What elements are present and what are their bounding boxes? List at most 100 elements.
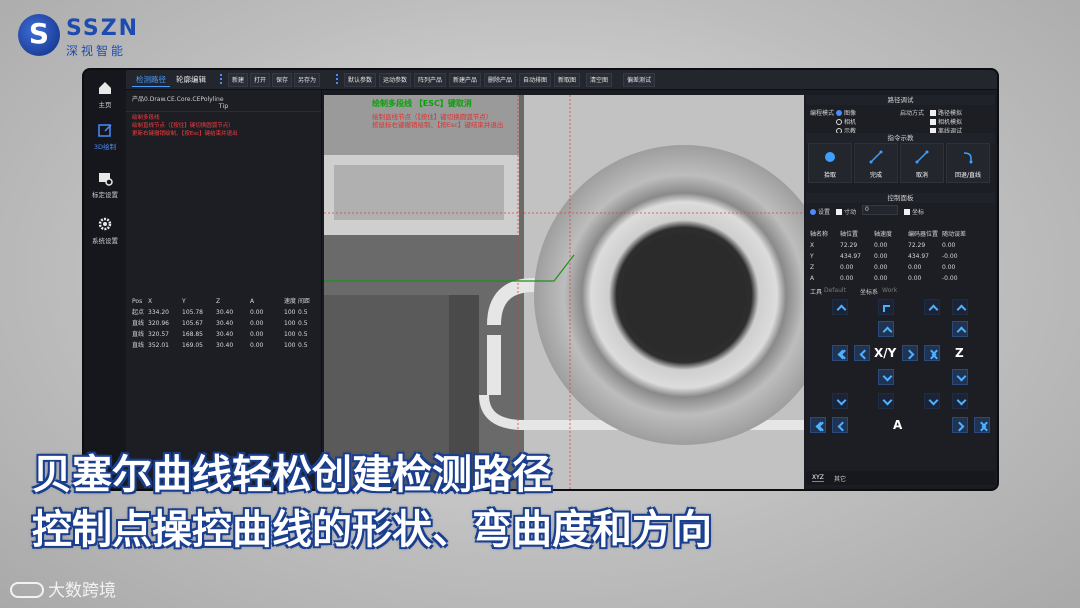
watermark-text: 大数跨境 xyxy=(48,581,116,601)
control-step-toggle[interactable]: 寸动 xyxy=(836,207,856,216)
control-set-toggle[interactable]: 设置 xyxy=(810,207,830,216)
jog-z-plus-button[interactable] xyxy=(952,321,968,337)
camera-view[interactable]: 绘制多段线 【ESC】键取消 绘制直线节点（【按住】键切换圆弧节点） 按鼠标右键… xyxy=(324,95,804,489)
header-cell: A xyxy=(250,298,255,305)
table-row[interactable]: 直线 320.96 105.67 30.40 0.00 100 0.5 xyxy=(132,318,316,329)
jog-z-minus-button[interactable] xyxy=(952,369,968,385)
jog-xy-reserved-button[interactable] xyxy=(878,299,894,315)
tool-value[interactable]: Default xyxy=(824,287,846,294)
tab-inspection-path[interactable]: 检测路径 xyxy=(132,73,170,87)
table-row[interactable]: 起点 334.20 105.78 30.40 0.00 100 0.5 xyxy=(132,307,316,318)
jog-z-downleft-button[interactable] xyxy=(924,393,940,409)
left-panel: 产品0.Draw.CE.Core.CEPolyline Tip 绘制多段线 绘制… xyxy=(126,90,322,489)
jog-a-fast-plus-button[interactable] xyxy=(974,417,990,433)
radio-icon xyxy=(836,119,842,125)
step-value-input[interactable]: 0 xyxy=(862,205,898,215)
jog-y-fast-minus-button[interactable] xyxy=(878,393,894,409)
clear-image-button[interactable]: 清空图 xyxy=(586,73,613,87)
tab-other[interactable]: 其它 xyxy=(834,474,846,483)
option-label: 路径模拟 xyxy=(938,110,963,117)
jog-x-minus-button[interactable] xyxy=(854,345,870,361)
tip-message: 绘制直线节点（【按住】键切换圆弧节点） xyxy=(132,123,234,129)
default-params-button[interactable]: 默认参数 xyxy=(344,73,377,87)
object-path: 产品0.Draw.CE.Core.CEPolyline xyxy=(132,96,224,103)
deviation-test-button[interactable]: 偏差测试 xyxy=(623,73,656,87)
motion-params-button[interactable]: 运动参数 xyxy=(379,73,412,87)
tab-xyz[interactable]: XYZ xyxy=(812,474,824,482)
cell: 0.00 xyxy=(908,264,922,271)
jog-up-left-button[interactable] xyxy=(832,299,848,315)
caption-line-2: 控制点操控曲线的形状、弯曲度和方向 xyxy=(32,507,712,553)
jog-a-plus-button[interactable] xyxy=(952,417,968,433)
sidebar-item-label: 3D绘制 xyxy=(93,143,117,151)
undo-line-button[interactable]: 回退/直线 xyxy=(946,143,990,183)
jog-x-fast-minus-button[interactable] xyxy=(832,345,848,361)
cell: 320.96 xyxy=(148,320,169,327)
sidebar-item-home[interactable]: 主页 xyxy=(84,76,126,116)
camera-image xyxy=(324,95,804,489)
start-option-camera-sim[interactable]: 相机模拟 xyxy=(930,117,962,126)
jog-z-fast-minus-button[interactable] xyxy=(952,393,968,409)
tab-contour-edit[interactable]: 轮廓编辑 xyxy=(172,73,210,87)
header-cell: Y xyxy=(182,298,186,305)
cell: 100 xyxy=(284,342,296,349)
command-header: 指令示教 xyxy=(806,133,995,143)
jog-a-fast-minus-button[interactable] xyxy=(810,417,826,433)
cell: 0.00 xyxy=(942,242,956,249)
cell: 直线 xyxy=(132,342,145,349)
sidebar-item-3d-draw[interactable]: 3D绘制 xyxy=(84,118,126,158)
button-label: 拾取 xyxy=(823,172,836,179)
radio-icon xyxy=(810,209,816,215)
mode-option-camera[interactable]: 相机 xyxy=(836,117,856,126)
open-button[interactable]: 打开 xyxy=(250,73,271,87)
pick-button[interactable]: 拾取 xyxy=(808,143,852,183)
cell: X xyxy=(810,242,815,249)
start-option-path-sim[interactable]: 路径模拟 xyxy=(930,108,962,117)
jog-z-upright-button[interactable] xyxy=(952,299,968,315)
camera-hint: 按鼠标右键撤销绘制、【按Esc】键结束并退出 xyxy=(372,121,504,129)
header-cell: 轴速度 xyxy=(874,231,893,238)
jog-a-minus-button[interactable] xyxy=(832,417,848,433)
control-coord-toggle[interactable]: 坐标 xyxy=(904,207,924,216)
jog-x-fast-plus-button[interactable] xyxy=(924,345,940,361)
cancel-button[interactable]: 取消 xyxy=(900,143,944,183)
header-cell: 速度 xyxy=(284,298,297,305)
table-row[interactable]: 直线 320.57 168.85 30.40 0.00 100 0.5 xyxy=(132,329,316,340)
new-capture-button[interactable]: 新取图 xyxy=(554,73,581,87)
array-product-button[interactable]: 阵列产品 xyxy=(414,73,447,87)
jog-y-plus-button[interactable] xyxy=(878,321,894,337)
delete-product-button[interactable]: 删除产品 xyxy=(484,73,517,87)
cell: -0.00 xyxy=(942,275,958,282)
new-button[interactable]: 新建 xyxy=(228,73,249,87)
cell: 30.40 xyxy=(216,309,234,316)
save-as-button[interactable]: 另存为 xyxy=(294,73,321,87)
sidebar-item-calibration[interactable]: 标定设置 xyxy=(84,166,126,206)
coord-value[interactable]: Work xyxy=(882,287,897,294)
cell: 0.00 xyxy=(840,275,854,282)
new-product-button[interactable]: 新建产品 xyxy=(449,73,482,87)
watermark: 大数跨境 xyxy=(10,576,116,601)
table-row[interactable]: 直线 352.01 169.05 30.40 0.00 100 0.5 xyxy=(132,340,316,351)
cell: 0.00 xyxy=(250,342,264,349)
sidebar-item-system[interactable]: 系统设置 xyxy=(84,212,126,252)
finish-button[interactable]: 完成 xyxy=(854,143,898,183)
position-table: Pos X Y Z A 速度 间距 起点 334.20 105.78 30.40… xyxy=(132,296,316,351)
jog-y-minus-button[interactable] xyxy=(878,369,894,385)
option-label: 坐标 xyxy=(912,209,925,216)
undo-icon xyxy=(963,152,973,164)
control-header: 控制面板 xyxy=(806,193,995,203)
brand-logo: SSZN 深视智能 xyxy=(18,14,148,58)
header-cell: 随动误差 xyxy=(942,231,967,238)
auto-layout-button[interactable]: 自动排图 xyxy=(519,73,552,87)
toolbar-separator xyxy=(336,74,338,86)
mode-option-image[interactable]: 图像 xyxy=(836,108,856,117)
edit-icon xyxy=(98,124,112,137)
jog-x-plus-button[interactable] xyxy=(902,345,918,361)
save-button[interactable]: 保存 xyxy=(272,73,293,87)
axis-table: 轴名称 轴位置 轴速度 编码器位置 随动误差 X 72.29 0.00 72.2… xyxy=(810,229,990,284)
jog-z-upleft-button[interactable] xyxy=(924,299,940,315)
jog-down-left-button[interactable] xyxy=(832,393,848,409)
checkbox-icon xyxy=(836,209,842,215)
table-row: Z 0.00 0.00 0.00 0.00 xyxy=(810,262,990,273)
cell: 0.00 xyxy=(874,253,888,260)
